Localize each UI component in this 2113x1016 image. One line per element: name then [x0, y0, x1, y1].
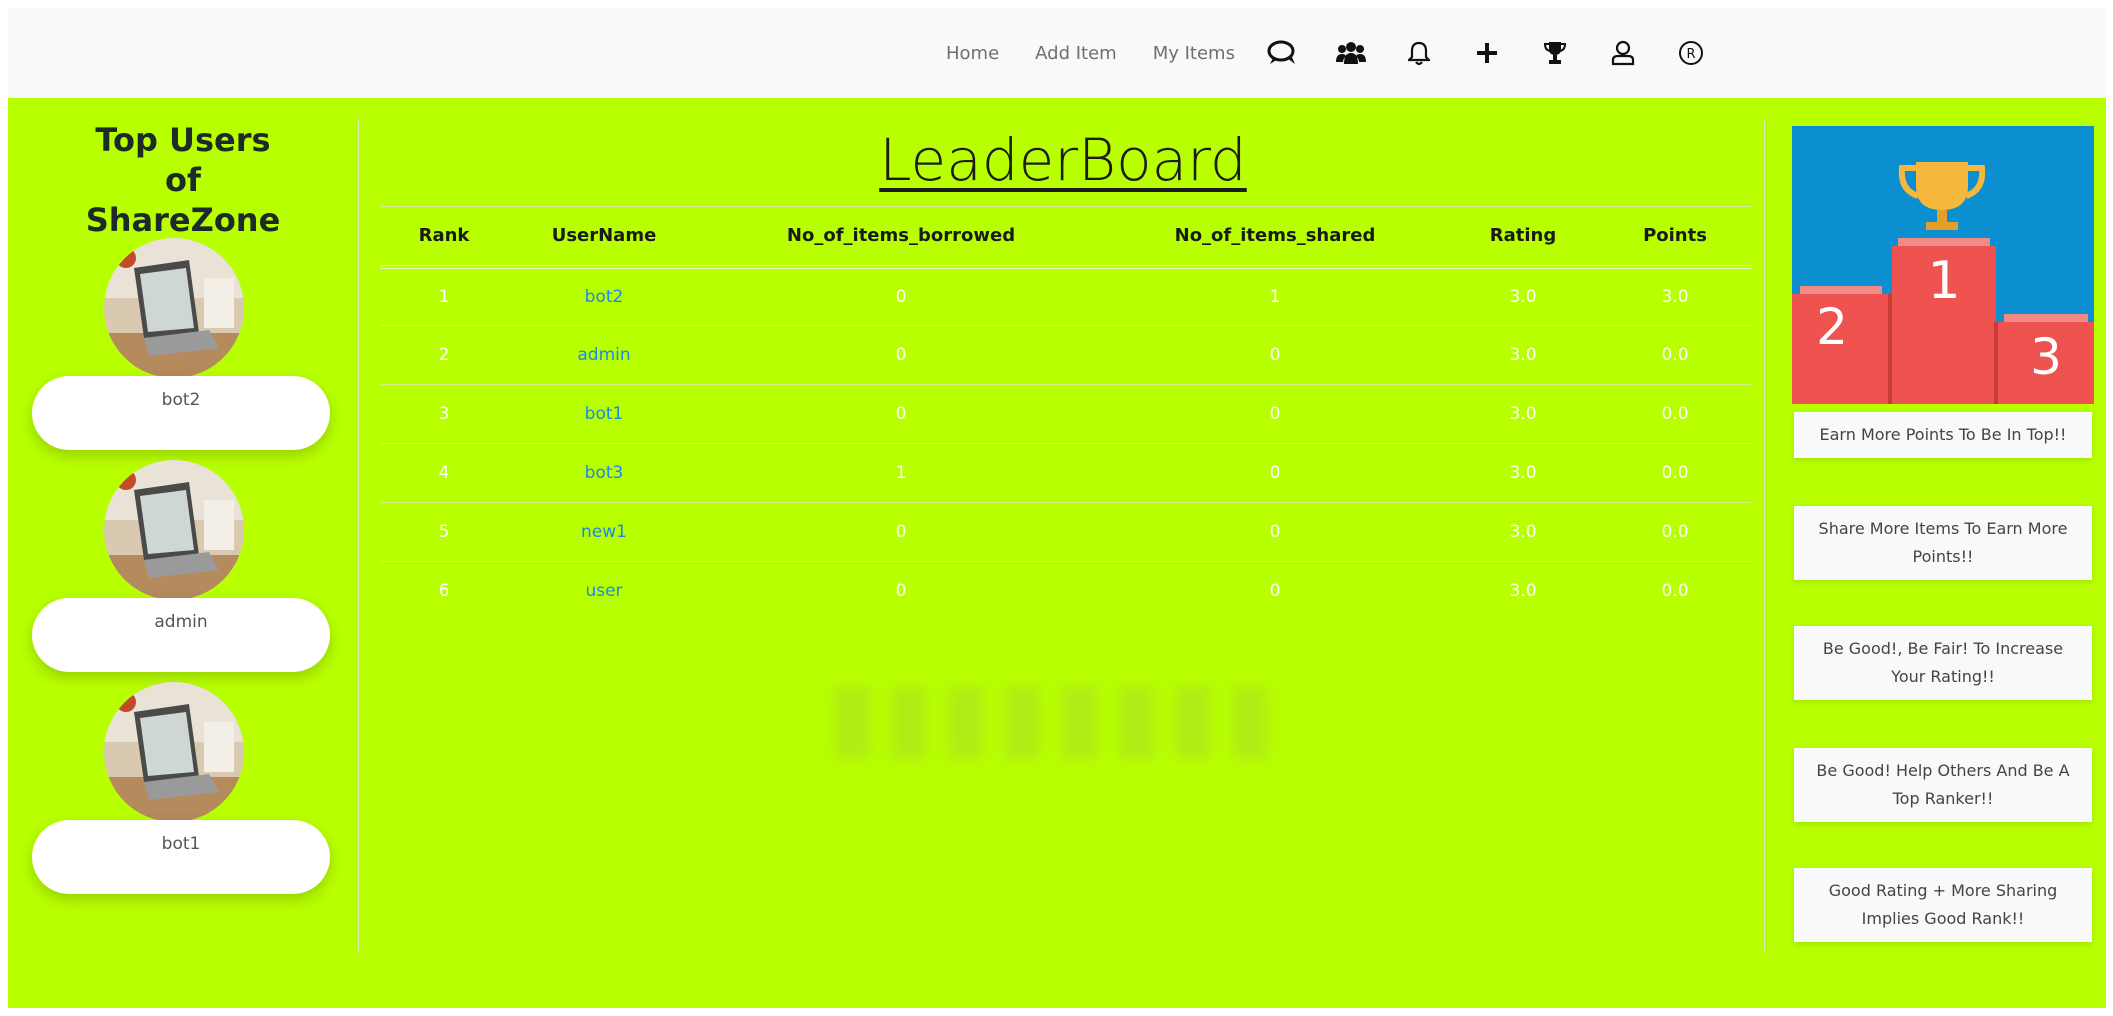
- column-header: Rating: [1489, 225, 1557, 247]
- nav-link-my-items[interactable]: My Items: [1153, 43, 1235, 64]
- table-row: 5 new1 0 0 3.0 0.0: [380, 502, 1752, 562]
- table-row: 4 bot3 1 0 3.0 0.0: [380, 443, 1752, 503]
- nav-link-add-item[interactable]: Add Item: [1035, 43, 1117, 64]
- borrowed-cell: 0: [700, 384, 1102, 444]
- nav-icons: R: [1266, 8, 1742, 98]
- rank-cell: 6: [438, 581, 450, 602]
- table-row: 3 bot1 0 0 3.0 0.0: [380, 384, 1752, 444]
- username-link[interactable]: user: [508, 562, 700, 621]
- tip-card: Earn More Points To Be In Top!!: [1794, 412, 2092, 458]
- avatar[interactable]: [104, 460, 244, 600]
- rating-cell: 3.0: [1509, 581, 1537, 602]
- registered-icon[interactable]: R: [1674, 36, 1708, 70]
- column-header: No_of_items_borrowed: [786, 225, 1016, 247]
- users-icon[interactable]: [1334, 36, 1368, 70]
- nav-links: Home Add Item My Items: [946, 8, 1271, 98]
- username-link[interactable]: admin: [508, 325, 700, 385]
- borrowed-cell: 0: [700, 266, 1102, 326]
- points-cell: 0.0: [1598, 502, 1752, 562]
- plus-icon[interactable]: [1470, 36, 1504, 70]
- username-link[interactable]: bot2: [508, 266, 700, 326]
- svg-text:R: R: [1686, 47, 1695, 62]
- shared-cell: 0: [1102, 325, 1448, 385]
- tip-card: Good Rating + More Sharing Implies Good …: [1794, 868, 2092, 942]
- trophy-icon[interactable]: [1538, 36, 1572, 70]
- username-link[interactable]: new1: [508, 502, 700, 562]
- avatar[interactable]: [104, 238, 244, 378]
- rating-cell: 3.0: [1448, 502, 1598, 562]
- tip-card: Share More Items To Earn More Points!!: [1794, 506, 2092, 580]
- podium-third-label: 3: [2030, 328, 2062, 386]
- table-row: 6 user 0 0 3.0 0.0: [380, 562, 1752, 621]
- column-header: UserName: [551, 225, 657, 247]
- rank-cell: 5: [380, 502, 508, 562]
- chat-icon[interactable]: [1266, 36, 1300, 70]
- left-divider: [358, 120, 359, 952]
- trophy-icon: [1898, 162, 1986, 230]
- top-navbar: Home Add Item My Items R: [8, 8, 2106, 98]
- bell-icon[interactable]: [1402, 36, 1436, 70]
- top-user-card[interactable]: bot2: [32, 376, 330, 450]
- column-header: No_of_items_shared: [1174, 225, 1376, 247]
- podium-second-label: 2: [1816, 298, 1848, 356]
- username-link[interactable]: bot1: [508, 384, 700, 444]
- table-row: 1 bot2 0 1 3.0 3.0: [380, 266, 1752, 326]
- top-users-title: Top Users of ShareZone: [85, 121, 281, 239]
- tip-card: Be Good! Help Others And Be A Top Ranker…: [1794, 748, 2092, 822]
- borrowed-cell: 0: [700, 502, 1102, 562]
- points-cell: 0.0: [1598, 443, 1752, 503]
- shared-cell: 0: [1102, 502, 1448, 562]
- rank-cell: 4: [380, 443, 508, 503]
- avatar[interactable]: [104, 682, 244, 822]
- podium-illustration: 1 2 3: [1792, 126, 2094, 404]
- table-header-row: Rank UserName No_of_items_borrowed No_of…: [380, 206, 1752, 267]
- nav-link-home[interactable]: Home: [946, 43, 999, 64]
- rating-cell: 3.0: [1448, 325, 1598, 385]
- right-divider: [1764, 120, 1765, 952]
- shared-cell: 0: [1102, 443, 1448, 503]
- column-header: Points: [1643, 225, 1707, 247]
- shared-cell: 0: [1102, 384, 1448, 444]
- background-watermark: ▮▮▮▮▮▮▮▮: [825, 658, 1281, 770]
- rank-cell: 3: [380, 384, 508, 444]
- rating-cell: 3.0: [1448, 443, 1598, 503]
- borrowed-cell: 1: [700, 443, 1102, 503]
- points-cell: 0.0: [1598, 325, 1752, 385]
- shared-cell: 0: [1269, 581, 1281, 602]
- column-header: Rank: [418, 225, 470, 247]
- page-title: LeaderBoard: [879, 126, 1247, 194]
- leaderboard-table: Rank UserName No_of_items_borrowed No_of…: [380, 206, 1752, 621]
- top-user-card[interactable]: admin: [32, 598, 330, 672]
- podium-first-label: 1: [1927, 251, 1960, 311]
- rank-cell: 1: [380, 266, 508, 326]
- top-user-card[interactable]: bot1: [32, 820, 330, 894]
- rating-cell: 3.0: [1448, 384, 1598, 444]
- rating-cell: 3.0: [1448, 266, 1598, 326]
- borrowed-cell: 0: [895, 581, 907, 602]
- points-cell: 3.0: [1598, 266, 1752, 326]
- table-row: 2 admin 0 0 3.0 0.0: [380, 325, 1752, 385]
- username-link[interactable]: bot3: [508, 443, 700, 503]
- tip-card: Be Good!, Be Fair! To Increase Your Rati…: [1794, 626, 2092, 700]
- user-icon[interactable]: [1606, 36, 1640, 70]
- main-content: Top Users of ShareZone bot2 admin bot1 L…: [8, 98, 2106, 1008]
- top-users-panel: Top Users of ShareZone bot2 admin bot1: [8, 98, 358, 1008]
- borrowed-cell: 0: [700, 325, 1102, 385]
- points-cell: 0.0: [1598, 384, 1752, 444]
- shared-cell: 1: [1102, 266, 1448, 326]
- rank-cell: 2: [380, 325, 508, 385]
- points-cell: 0.0: [1661, 581, 1689, 602]
- leaderboard-title-wrap: LeaderBoard: [368, 126, 1758, 194]
